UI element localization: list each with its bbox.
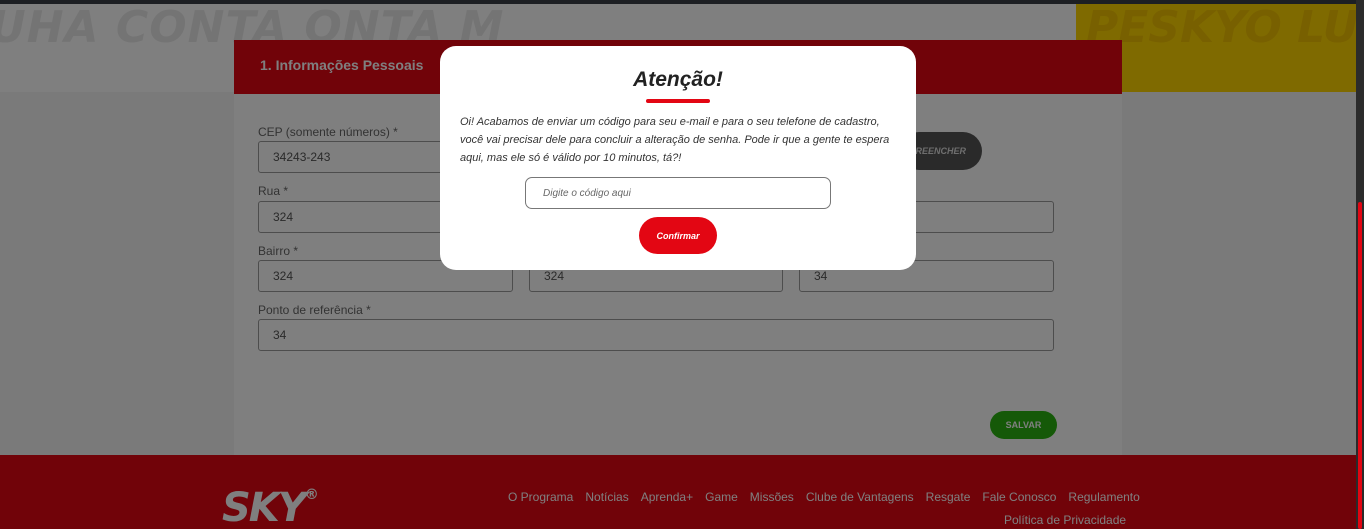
scrollbar-thumb[interactable] (1358, 202, 1362, 529)
attention-modal: Atenção! Oi! Acabamos de enviar um códig… (440, 46, 916, 270)
confirm-button[interactable]: Confirmar (639, 217, 717, 254)
title-underline (646, 99, 710, 103)
confirm-label: Confirmar (656, 230, 700, 241)
modal-title: Atenção! (633, 68, 723, 91)
verification-code-input[interactable] (525, 177, 831, 209)
modal-message: Oi! Acabamos de enviar um código para se… (460, 116, 890, 164)
